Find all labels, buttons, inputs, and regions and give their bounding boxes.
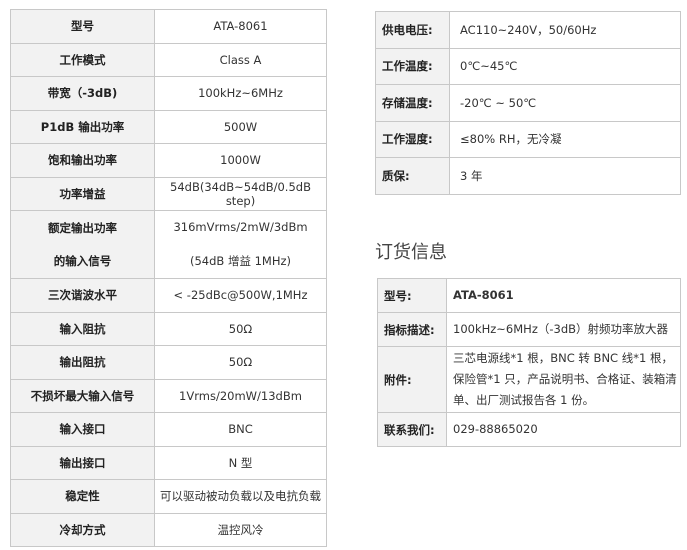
env-label: 工作温度: bbox=[375, 47, 450, 85]
spec-value: BNC bbox=[154, 412, 327, 447]
spec-label: 功率增益 bbox=[10, 176, 155, 211]
table-row: 输入阻抗 50Ω bbox=[10, 311, 327, 346]
table-row: 功率增益 54dB(34dB~54dB/0.5dB step) bbox=[10, 176, 327, 211]
table-row: 指标描述: 100kHz~6MHz（-3dB）射频功率放大器 bbox=[377, 312, 681, 347]
table-row: 带宽（-3dB) 100kHz~6MHz bbox=[10, 76, 327, 111]
table-row: 型号: ATA-8061 bbox=[377, 278, 681, 313]
env-value: 3 年 bbox=[449, 157, 681, 195]
spec-label-line: 的输入信号 bbox=[53, 254, 112, 269]
spec-value: 可以驱动被动负载以及电抗负载 bbox=[154, 479, 327, 514]
spec-label: 饱和输出功率 bbox=[10, 143, 155, 178]
order-table: 型号: ATA-8061 指标描述: 100kHz~6MHz（-3dB）射频功率… bbox=[377, 278, 681, 447]
env-label: 存储温度: bbox=[375, 84, 450, 122]
spec-label: 输入阻抗 bbox=[10, 311, 155, 346]
spec-label: P1dB 输出功率 bbox=[10, 109, 155, 144]
table-row: 输出接口 N 型 bbox=[10, 445, 327, 480]
env-label: 供电电压: bbox=[375, 11, 450, 49]
spec-label: 输出接口 bbox=[10, 445, 155, 480]
spec-value: Class A bbox=[154, 42, 327, 77]
order-label: 联系我们: bbox=[377, 412, 447, 447]
table-row: 不损坏最大输入信号 1Vrms/20mW/13dBm bbox=[10, 378, 327, 413]
environment-table: 供电电压: AC110~240V，50/60Hz 工作温度: 0℃~45℃ 存储… bbox=[375, 11, 681, 195]
order-label: 型号: bbox=[377, 278, 447, 313]
table-row: 输入接口 BNC bbox=[10, 412, 327, 447]
table-row: 附件: 三芯电源线*1 根，BNC 转 BNC 线*1 根，保险管*1 只，产品… bbox=[377, 346, 681, 413]
order-label: 指标描述: bbox=[377, 312, 447, 347]
spec-table: 型号 ATA-8061 工作模式 Class A 带宽（-3dB) 100kHz… bbox=[10, 9, 327, 547]
spec-value: 1000W bbox=[154, 143, 327, 178]
spec-label: 额定输出功率 的输入信号 bbox=[10, 210, 155, 279]
table-row: 输出阻抗 50Ω bbox=[10, 345, 327, 380]
env-label: 质保: bbox=[375, 157, 450, 195]
table-row: 冷却方式 温控风冷 bbox=[10, 512, 327, 547]
table-row: 工作温度: 0℃~45℃ bbox=[375, 47, 681, 85]
spec-value: 316mVrms/2mW/3dBm (54dB 增益 1MHz) bbox=[154, 210, 327, 279]
env-label: 工作湿度: bbox=[375, 120, 450, 158]
table-row: 稳定性 可以驱动被动负载以及电抗负载 bbox=[10, 479, 327, 514]
contact-phone: 029-88865020 bbox=[446, 412, 681, 447]
spec-label-line: 额定输出功率 bbox=[48, 220, 117, 235]
spec-value: 1Vrms/20mW/13dBm bbox=[154, 378, 327, 413]
order-info-heading: 订货信息 bbox=[375, 242, 447, 263]
spec-label: 输出阻抗 bbox=[10, 345, 155, 380]
spec-value: N 型 bbox=[154, 445, 327, 480]
spec-value: 100kHz~6MHz bbox=[154, 76, 327, 111]
env-value: 0℃~45℃ bbox=[449, 47, 681, 85]
order-value: 三芯电源线*1 根，BNC 转 BNC 线*1 根，保险管*1 只，产品说明书、… bbox=[446, 346, 681, 413]
spec-label: 不损坏最大输入信号 bbox=[10, 378, 155, 413]
table-row: 工作湿度: ≤80% RH，无冷凝 bbox=[375, 120, 681, 158]
spec-label: 带宽（-3dB) bbox=[10, 76, 155, 111]
table-row: P1dB 输出功率 500W bbox=[10, 109, 327, 144]
spec-label: 冷却方式 bbox=[10, 512, 155, 547]
env-value: ≤80% RH，无冷凝 bbox=[449, 120, 681, 158]
spec-label: 型号 bbox=[10, 9, 155, 44]
table-row: 存储温度: -20℃ ~ 50℃ bbox=[375, 84, 681, 122]
table-row: 工作模式 Class A bbox=[10, 42, 327, 77]
table-row: 联系我们: 029-88865020 bbox=[377, 412, 681, 447]
table-row: 三次谐波水平 < -25dBc@500W,1MHz bbox=[10, 278, 327, 313]
table-row: 供电电压: AC110~240V，50/60Hz bbox=[375, 11, 681, 49]
spec-value: ATA-8061 bbox=[154, 9, 327, 44]
spec-value-line: 316mVrms/2mW/3dBm bbox=[173, 220, 308, 235]
table-row: 额定输出功率 的输入信号 316mVrms/2mW/3dBm (54dB 增益 … bbox=[10, 210, 327, 279]
spec-value: 温控风冷 bbox=[154, 512, 327, 547]
order-value: 100kHz~6MHz（-3dB）射频功率放大器 bbox=[446, 312, 681, 347]
spec-label: 三次谐波水平 bbox=[10, 278, 155, 313]
spec-label: 稳定性 bbox=[10, 479, 155, 514]
spec-label: 工作模式 bbox=[10, 42, 155, 77]
spec-value: 54dB(34dB~54dB/0.5dB step) bbox=[154, 176, 327, 211]
spec-value: 50Ω bbox=[154, 345, 327, 380]
table-row: 饱和输出功率 1000W bbox=[10, 143, 327, 178]
order-label: 附件: bbox=[377, 346, 447, 413]
order-value: ATA-8061 bbox=[446, 278, 681, 313]
spec-value: 50Ω bbox=[154, 311, 327, 346]
spec-label: 输入接口 bbox=[10, 412, 155, 447]
table-row: 型号 ATA-8061 bbox=[10, 9, 327, 44]
spec-value-line: (54dB 增益 1MHz) bbox=[189, 253, 292, 268]
table-row: 质保: 3 年 bbox=[375, 157, 681, 195]
env-value: -20℃ ~ 50℃ bbox=[449, 84, 681, 122]
spec-value: 500W bbox=[154, 109, 327, 144]
spec-value: < -25dBc@500W,1MHz bbox=[154, 278, 327, 313]
env-value: AC110~240V，50/60Hz bbox=[449, 11, 681, 49]
